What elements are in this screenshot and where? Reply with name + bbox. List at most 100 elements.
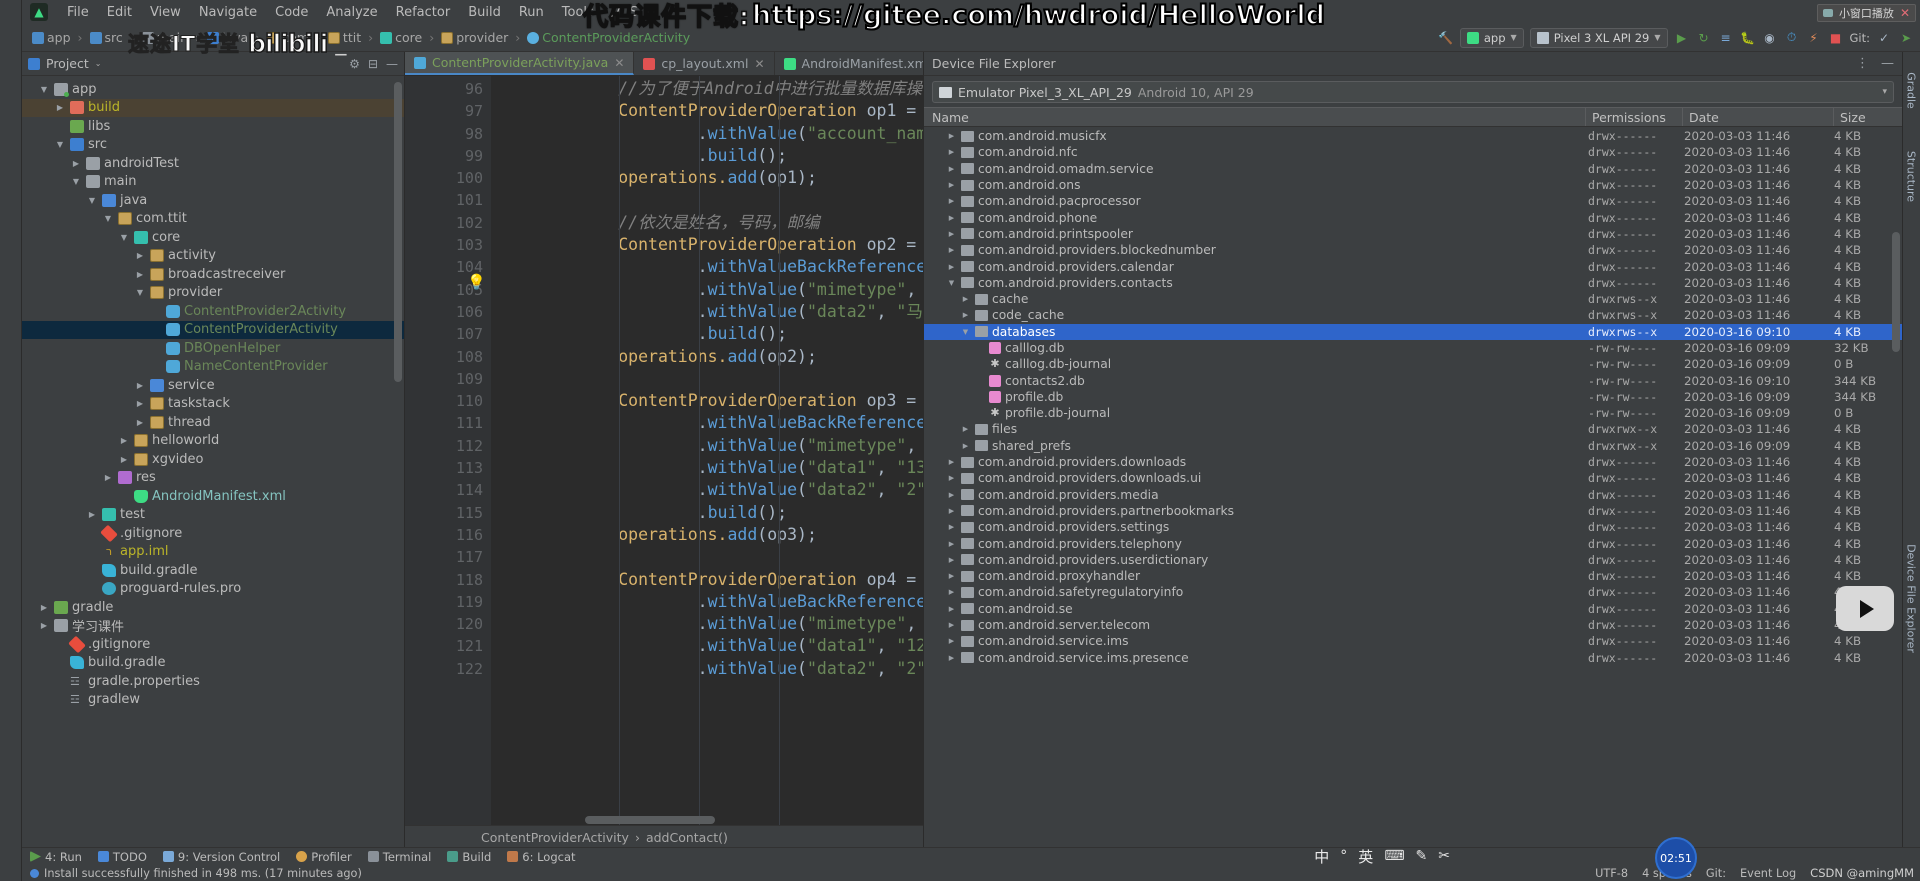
project-tree-node[interactable]: ▶.gitignore	[22, 635, 404, 654]
menu-vcs[interactable]: VCS	[603, 3, 647, 22]
project-tree-node[interactable]: ▶ service	[22, 376, 404, 395]
device-file-row[interactable]: ▶ com.android.service.ims drwx------ 2020-0…	[924, 633, 1902, 649]
bottom-tool-button[interactable]: Build	[447, 850, 491, 864]
project-tree-node[interactable]: ▼ java	[22, 191, 404, 210]
column-header-name[interactable]: Name	[924, 110, 1585, 125]
device-file-row[interactable]: ▶✱calllog.db-journal-rw-rw----2020-03-16…	[924, 356, 1902, 372]
breadcrumb-method[interactable]: addContact()	[646, 830, 728, 845]
sidebar-item-structure[interactable]: Structure	[1905, 122, 1918, 232]
breadcrumb-current-class[interactable]: ContentProviderActivity	[542, 30, 690, 45]
chevron-down-icon[interactable]: ▼	[70, 177, 82, 186]
more-options-icon[interactable]: ⋮	[1856, 56, 1869, 71]
project-tree-node[interactable]: ▼ core	[22, 228, 404, 247]
device-file-row[interactable]: ▶ com.android.providers.blockednumber drwx…	[924, 242, 1902, 258]
bottom-tool-button[interactable]: Terminal	[367, 850, 431, 864]
chevron-right-icon[interactable]: ▶	[946, 197, 957, 205]
chevron-down-icon[interactable]: ⌄	[95, 59, 102, 68]
column-header-size[interactable]: Size	[1834, 110, 1902, 125]
status-git-label[interactable]: Git:	[1706, 867, 1726, 880]
project-tree-node[interactable]: ▶DBOpenHelper	[22, 339, 404, 358]
chevron-down-icon[interactable]: ▼	[960, 328, 971, 336]
chevron-right-icon[interactable]: ▶	[946, 474, 957, 482]
project-tree-node[interactable]: ▶ test	[22, 506, 404, 525]
bottom-tool-button[interactable]: Profiler	[296, 850, 352, 864]
project-tree-node[interactable]: ▶ 学习课件	[22, 617, 404, 635]
chevron-right-icon[interactable]: ▶	[134, 381, 146, 390]
menu-run[interactable]: Run	[510, 3, 553, 22]
device-file-row[interactable]: ▶ com.android.providers.media drwx------ 20…	[924, 487, 1902, 503]
chevron-right-icon[interactable]: ▶	[38, 621, 50, 630]
device-file-row[interactable]: ▶ com.android.providers.telephony drwx----…	[924, 535, 1902, 551]
device-file-row[interactable]: ▶ com.android.service.ims.presence drwx---…	[924, 650, 1902, 666]
attach-debugger-icon[interactable]: ◉	[1762, 30, 1778, 46]
profiler-icon[interactable]: ⏱	[1784, 30, 1800, 46]
breadcrumb-main[interactable]: main	[157, 30, 188, 45]
status-encoding[interactable]: UTF-8	[1595, 867, 1628, 880]
chevron-down-icon[interactable]: ▼	[86, 196, 98, 205]
stop-icon[interactable]: ■	[1828, 30, 1844, 46]
menu-view[interactable]: View	[141, 3, 190, 22]
project-tree-node[interactable]: ▶☲gradle.properties	[22, 672, 404, 691]
breadcrumb-ttit[interactable]: ttit	[343, 30, 361, 45]
device-file-row[interactable]: ▶✱profile.db-journal-rw-rw----2020-03-16…	[924, 405, 1902, 421]
device-file-row[interactable]: ▶ com.android.musicfx drwx------ 2020-03-03…	[924, 128, 1902, 144]
project-tree-node[interactable]: ▼ main	[22, 173, 404, 192]
project-tree-node[interactable]: ▶ gradle	[22, 598, 404, 617]
project-tree-node[interactable]: ▶ build	[22, 98, 404, 117]
device-file-row[interactable]: ▶ com.android.nfc drwx------ 2020-03-03 11:…	[924, 144, 1902, 160]
device-file-row[interactable]: ▶ com.android.safetyregulatoryinfo drwx---…	[924, 584, 1902, 600]
device-file-row[interactable]: ▶ cache drwxrws--x 2020-03-03 11:46 4 KB	[924, 291, 1902, 307]
chevron-right-icon[interactable]: ▶	[102, 473, 114, 482]
chevron-right-icon[interactable]: ▶	[946, 165, 957, 173]
chevron-right-icon[interactable]: ▶	[38, 603, 50, 612]
project-tree-node[interactable]: ▼ provider	[22, 284, 404, 303]
device-dropdown[interactable]: Emulator Pixel_3_XL_API_29 Android 10, A…	[932, 81, 1894, 103]
chevron-right-icon[interactable]: ▶	[54, 103, 66, 112]
chevron-right-icon[interactable]: ▶	[960, 311, 971, 319]
chevron-down-icon[interactable]: ▼	[54, 140, 66, 149]
minimize-icon[interactable]: —	[1881, 56, 1894, 71]
breadcrumb-src[interactable]: src	[105, 30, 123, 45]
chevron-right-icon[interactable]: ▶	[118, 436, 130, 445]
chevron-right-icon[interactable]: ▶	[134, 251, 146, 260]
device-file-row[interactable]: ▶ files drwxrwx--x 2020-03-03 11:46 4 KB	[924, 421, 1902, 437]
device-file-row[interactable]: ▶contacts2.db-rw-rw---- 2020-03-16 09:10 3…	[924, 372, 1902, 388]
project-tree-node[interactable]: ▼ app	[22, 80, 404, 99]
project-panel-title[interactable]: Project	[46, 56, 89, 71]
apply-changes-icon[interactable]: ↻	[1696, 30, 1712, 46]
device-file-row[interactable]: ▶ com.android.ons drwx------ 2020-03-03 11:…	[924, 177, 1902, 193]
breadcrumb-class[interactable]: ContentProviderActivity	[481, 830, 629, 845]
project-tree-node[interactable]: ▶ taskstack	[22, 395, 404, 414]
video-play-badge[interactable]	[1836, 586, 1894, 631]
chevron-right-icon[interactable]: ▶	[70, 159, 82, 168]
menu-edit[interactable]: Edit	[98, 3, 141, 22]
column-header-permissions[interactable]: Permissions	[1586, 110, 1682, 125]
close-icon[interactable]: ✕	[614, 56, 624, 70]
ime-chinese-mode[interactable]: 中	[1314, 846, 1329, 867]
scissors-icon[interactable]: ✂	[1438, 848, 1450, 864]
hide-icon[interactable]: —	[386, 57, 398, 71]
chevron-right-icon[interactable]: ▶	[134, 418, 146, 427]
chevron-right-icon[interactable]: ▶	[946, 523, 957, 531]
project-tree-node[interactable]: ▶ helloworld	[22, 432, 404, 451]
chevron-down-icon[interactable]: ▼	[134, 288, 146, 297]
breadcrumb-app[interactable]: app	[47, 30, 71, 45]
device-file-row[interactable]: ▶ com.android.printspooler drwx------ 2020-…	[924, 226, 1902, 242]
close-icon[interactable]: ✕	[754, 57, 764, 71]
editor-tab[interactable]: ContentProviderActivity.java ✕	[405, 52, 635, 75]
project-tree-node[interactable]: ▶ContentProvider2Activity	[22, 302, 404, 321]
device-file-row[interactable]: ▶ com.android.providers.partnerbookmarks d…	[924, 503, 1902, 519]
breadcrumb-core[interactable]: core	[395, 30, 422, 45]
menu-code[interactable]: Code	[266, 3, 317, 22]
project-tree-node[interactable]: ▶ broadcastreceiver	[22, 265, 404, 284]
chevron-right-icon[interactable]: ▶	[946, 572, 957, 580]
keyboard-icon[interactable]: ⌨	[1384, 848, 1404, 864]
editor-horizontal-scrollbar[interactable]	[585, 816, 715, 824]
chevron-right-icon[interactable]: ▶	[946, 507, 957, 515]
chevron-right-icon[interactable]: ▶	[946, 214, 957, 222]
chevron-right-icon[interactable]: ▶	[946, 181, 957, 189]
device-file-row[interactable]: ▶profile.db-rw-rw---- 2020-03-16 09:09 344…	[924, 389, 1902, 405]
device-file-scrollbar[interactable]	[1892, 232, 1900, 352]
device-file-row[interactable]: ▶calllog.db-rw-rw----2020-03-16 09:0932 …	[924, 340, 1902, 356]
project-tree-node[interactable]: ▶AndroidManifest.xml	[22, 487, 404, 506]
